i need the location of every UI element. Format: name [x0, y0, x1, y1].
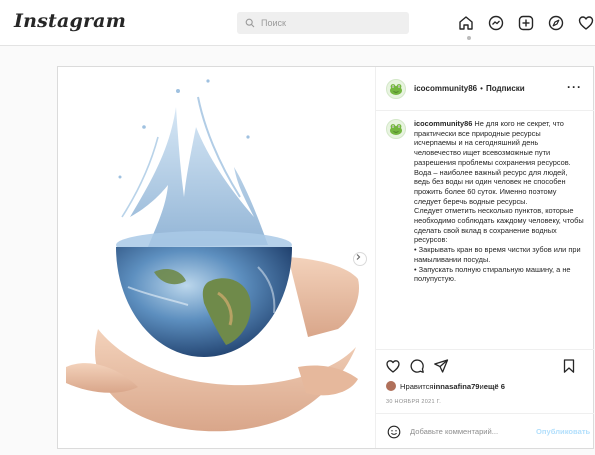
caption-text: icocommunity86 Не для кого не секрет, чт… — [414, 119, 584, 345]
header-username[interactable]: icocommunity86 — [414, 84, 477, 93]
publish-button[interactable]: Опубликовать — [536, 427, 590, 436]
frog-avatar-icon — [390, 83, 402, 95]
caption-avatar[interactable] — [386, 119, 406, 139]
post-actions: Нравится innasafina79 и ещё 6 30 ноября … — [376, 349, 594, 448]
caption-paragraph-3: • Закрывать кран во время чистки зубов и… — [414, 245, 581, 264]
explore-icon[interactable] — [545, 12, 567, 34]
search-icon — [245, 18, 255, 28]
post-header: icocommunity86 • Подписки ··· — [376, 67, 594, 111]
instagram-logo[interactable]: Instagram — [14, 10, 126, 32]
new-post-icon[interactable] — [515, 12, 537, 34]
next-arrow-icon — [356, 254, 361, 260]
avatar[interactable] — [386, 78, 406, 99]
post-card: icocommunity86 • Подписки ··· icocommuni… — [57, 66, 594, 449]
follow-status-button[interactable]: Подписки — [486, 84, 525, 93]
next-image-button[interactable] — [353, 252, 367, 266]
active-tab-indicator — [467, 36, 471, 40]
caption-paragraph-2: Следует отметить несколько пунктов, кото… — [414, 206, 584, 245]
heart-icon — [386, 360, 400, 373]
messenger-icon[interactable] — [485, 12, 507, 34]
save-button[interactable] — [560, 357, 578, 375]
nav-icons — [455, 12, 595, 34]
header-separator: • — [480, 84, 483, 93]
home-icon[interactable] — [455, 12, 477, 34]
search-box[interactable]: Поиск — [237, 12, 409, 34]
post-image[interactable] — [58, 67, 375, 448]
caption-paragraph-1: Не для кого не секрет, что практически в… — [414, 119, 571, 206]
caption-paragraph-4: • Запускать полную стиральную машину, а … — [414, 264, 571, 284]
liker-avatar[interactable] — [386, 381, 396, 391]
search-placeholder: Поиск — [261, 18, 286, 28]
likes-summary: Нравится innasafina79 и ещё 6 — [386, 381, 505, 391]
bookmark-icon — [563, 359, 575, 373]
post-caption: icocommunity86 Не для кого не секрет, чт… — [386, 119, 591, 345]
likes-username[interactable]: innasafina79 — [434, 382, 480, 391]
earth-water-hands-illustration — [66, 79, 360, 432]
comment-button[interactable] — [408, 357, 426, 375]
frog-avatar-icon — [390, 124, 402, 135]
like-button[interactable] — [384, 357, 402, 375]
emoji-button[interactable] — [386, 424, 402, 440]
emoji-icon — [387, 425, 401, 438]
comment-input[interactable] — [410, 427, 532, 436]
share-icon — [434, 359, 449, 373]
post-sidebar: icocommunity86 • Подписки ··· icocommuni… — [375, 67, 594, 448]
activity-heart-icon[interactable] — [575, 12, 595, 34]
add-comment-bar: Опубликовать — [376, 413, 594, 449]
action-buttons-row — [384, 356, 584, 376]
likes-prefix: Нравится — [400, 381, 434, 391]
more-options-button[interactable]: ··· — [567, 80, 582, 94]
caption-username[interactable]: icocommunity86 — [414, 119, 472, 128]
comment-icon — [410, 359, 424, 373]
post-date[interactable]: 30 ноября 2021 г. — [386, 399, 441, 405]
share-button[interactable] — [432, 357, 450, 375]
top-navigation-bar: Instagram Поиск — [0, 0, 595, 46]
likes-more-link[interactable]: ещё 6 — [484, 382, 505, 391]
